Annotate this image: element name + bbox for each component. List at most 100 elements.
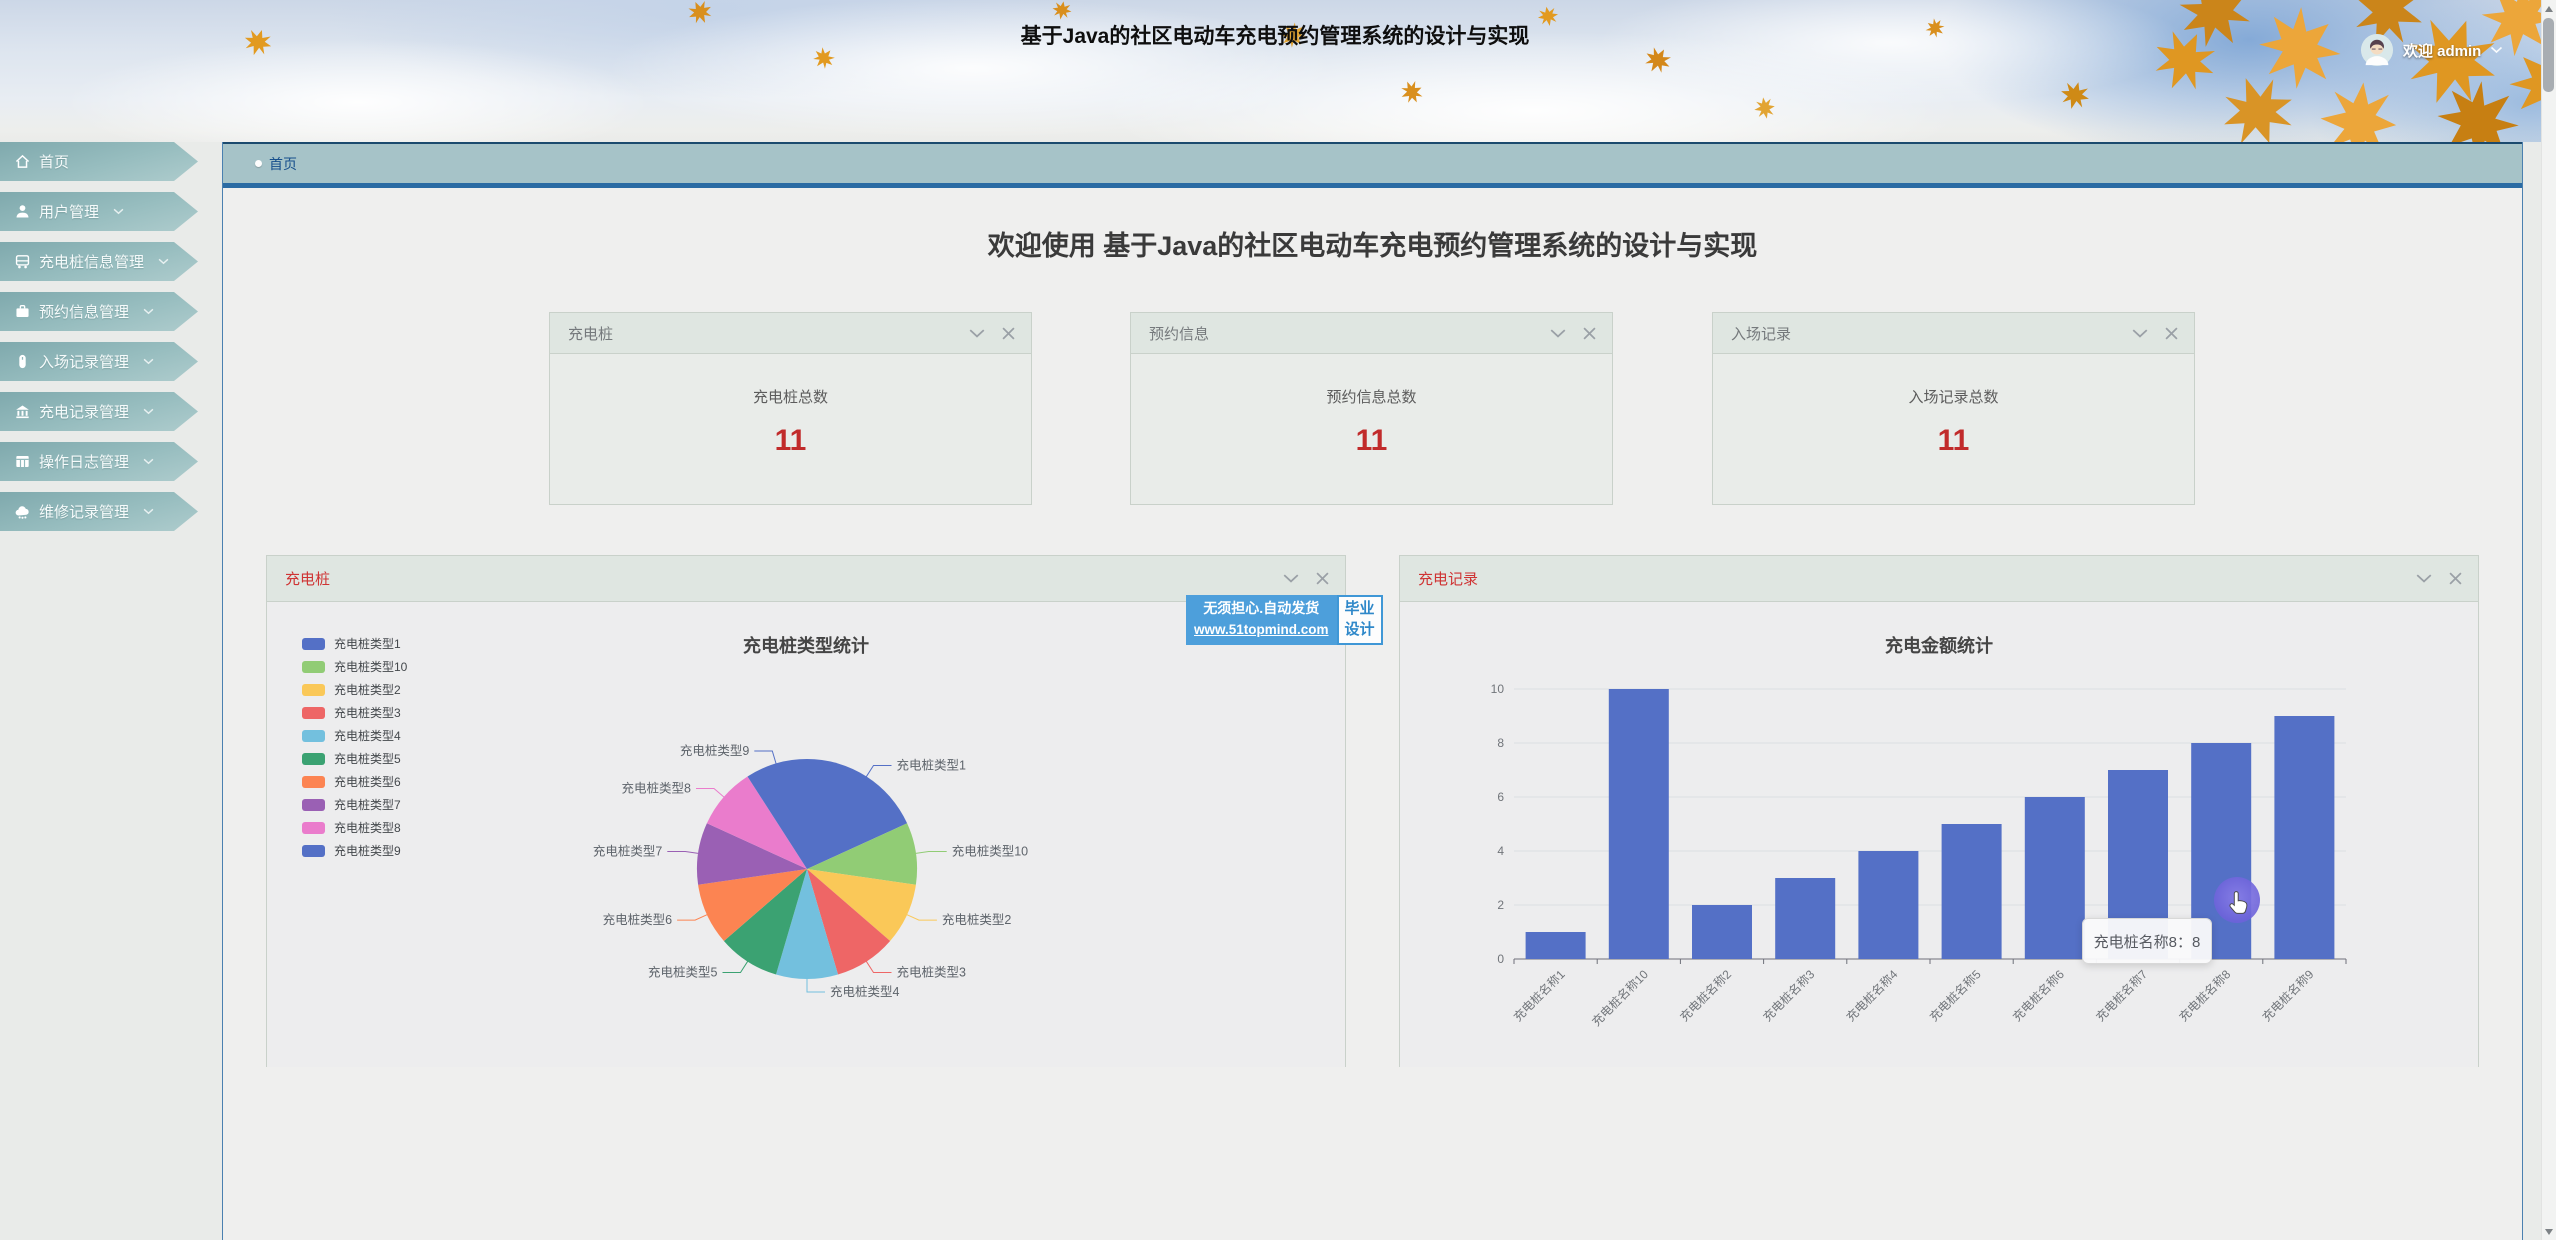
- user-menu[interactable]: 欢迎 admin: [2360, 33, 2503, 67]
- hand-cursor-icon: [2228, 890, 2251, 921]
- bank-icon: [14, 403, 31, 420]
- sidebar-item-entry-records[interactable]: 入场记录管理: [0, 342, 198, 381]
- x-axis-tick-label: 充电桩名称10: [1588, 966, 1651, 1029]
- welcome-heading: 欢迎使用 基于Java的社区电动车充电预约管理系统的设计与实现: [223, 224, 2522, 263]
- pie-slice-label: 充电桩类型8: [622, 781, 692, 796]
- y-axis-tick-label: 8: [1497, 736, 1504, 750]
- bar[interactable]: [1942, 824, 2002, 959]
- pie-slice-label: 充电桩类型1: [897, 758, 967, 773]
- x-axis-tick-label: 充电桩名称8: [2176, 966, 2234, 1024]
- bar[interactable]: [1526, 932, 1586, 959]
- stat-panel-reservation: 预约信息 预约信息总数 11: [1130, 312, 1613, 505]
- panel-title: 充电记录: [1418, 568, 1478, 589]
- panel-title: 充电桩: [285, 568, 330, 589]
- panel-header: 充电桩: [550, 313, 1031, 354]
- x-axis-tick-label: 充电桩名称6: [2009, 966, 2067, 1024]
- pie-slice-label: 充电桩类型3: [897, 965, 967, 980]
- collapse-chevron-icon[interactable]: [1550, 329, 1566, 338]
- pie-slice-label: 充电桩类型2: [942, 912, 1012, 927]
- pie-chart[interactable]: 充电桩类型1充电桩类型10充电桩类型2充电桩类型3充电桩类型4充电桩类型5充电桩…: [267, 602, 1345, 1067]
- y-axis-tick-label: 4: [1497, 844, 1504, 858]
- watermark-badge: 无须担心.自动发货 www.51topmind.com 毕业 设计: [1186, 595, 1383, 645]
- stat-label: 预约信息总数: [1326, 386, 1416, 407]
- dashboard-screen: 基于Java的社区电动车充电预约管理系统的设计与实现 欢迎 admin 首页: [0, 0, 2556, 1240]
- vertical-scrollbar[interactable]: [2541, 0, 2556, 1240]
- stat-value: 11: [1356, 424, 1388, 458]
- bar[interactable]: [1692, 905, 1752, 959]
- pie-slice-label: 充电桩类型4: [830, 984, 900, 999]
- collapse-chevron-icon[interactable]: [1283, 574, 1299, 583]
- stat-panel-charging-pile: 充电桩 充电桩总数 11: [549, 312, 1032, 505]
- pie-slice-label: 充电桩类型9: [680, 743, 750, 758]
- sidebar-item-operation-logs[interactable]: 操作日志管理: [0, 442, 198, 481]
- sidebar-item-home[interactable]: 首页: [0, 142, 198, 181]
- bar-tooltip: 充电桩名称8：8: [2082, 918, 2212, 964]
- sidebar-item-charging-pile-info[interactable]: 充电桩信息管理: [0, 242, 198, 281]
- breadcrumb-home-link[interactable]: 首页: [269, 154, 297, 174]
- watermark-tag-line1: 毕业: [1345, 598, 1375, 619]
- sidebar-item-label: 用户管理: [39, 201, 99, 222]
- close-icon[interactable]: [1316, 572, 1329, 585]
- close-icon[interactable]: [2449, 572, 2462, 585]
- scrollbar-thumb[interactable]: [2543, 18, 2554, 92]
- panel-body: 预约信息总数 11: [1131, 354, 1612, 458]
- sidebar-item-label: 入场记录管理: [39, 351, 129, 372]
- pie-chart-panel: 充电桩 充电桩类型统计 充电桩类型1充电桩类型10充电桩类型2充电桩类型3充电桩…: [266, 555, 1346, 1067]
- x-axis-tick-label: 充电桩名称2: [1676, 966, 1734, 1024]
- user-icon: [14, 203, 31, 220]
- scrollbar-up-arrow[interactable]: [2542, 1, 2556, 16]
- bar[interactable]: [2025, 797, 2085, 959]
- avatar[interactable]: [2360, 33, 2394, 67]
- sidebar-item-maintenance-records[interactable]: 维修记录管理: [0, 492, 198, 531]
- close-icon[interactable]: [2165, 327, 2178, 340]
- bar[interactable]: [1609, 689, 1669, 959]
- welcome-user-label: 欢迎 admin: [2403, 40, 2481, 61]
- sidebar-item-label: 充电桩信息管理: [39, 251, 144, 272]
- sidebar-item-label: 首页: [39, 151, 69, 172]
- stat-panel-entry-records: 入场记录 入场记录总数 11: [1712, 312, 2195, 505]
- sidebar-item-label: 充电记录管理: [39, 401, 129, 422]
- briefcase-icon: [14, 303, 31, 320]
- pie-label-line: [723, 961, 749, 973]
- bar[interactable]: [2274, 716, 2334, 959]
- panel-body: 入场记录总数 11: [1713, 354, 2194, 458]
- user-menu-chevron-icon[interactable]: [2490, 46, 2503, 54]
- close-icon[interactable]: [1583, 327, 1596, 340]
- pie-slice-label: 充电桩类型7: [593, 844, 663, 859]
- pie-label-line: [807, 978, 825, 992]
- scrollbar-down-arrow[interactable]: [2542, 1224, 2556, 1239]
- x-axis-tick-label: 充电桩名称9: [2259, 966, 2317, 1024]
- bar[interactable]: [1858, 851, 1918, 959]
- bar-chart[interactable]: 0246810充电桩名称1充电桩名称10充电桩名称2充电桩名称3充电桩名称4充电…: [1400, 602, 2478, 1067]
- panel-title: 入场记录: [1731, 323, 1791, 344]
- pie-slice-label: 充电桩类型5: [648, 965, 718, 980]
- sidebar-nav: 首页 用户管理 充电桩信息管理 预约信息管理: [0, 142, 200, 542]
- sidebar-item-charging-records[interactable]: 充电记录管理: [0, 392, 198, 431]
- chevron-down-icon: [143, 508, 154, 515]
- main-content: 首页 欢迎使用 基于Java的社区电动车充电预约管理系统的设计与实现 充电桩 充…: [222, 142, 2523, 1240]
- sidebar-item-reservation-info[interactable]: 预约信息管理: [0, 292, 198, 331]
- stat-label: 充电桩总数: [753, 386, 828, 407]
- x-axis-tick-label: 充电桩名称3: [1760, 966, 1818, 1024]
- table-icon: [14, 453, 31, 470]
- x-axis-tick-label: 充电桩名称7: [2092, 966, 2150, 1024]
- watermark-url: www.51topmind.com: [1194, 620, 1329, 641]
- pie-label-line: [906, 914, 937, 920]
- bar[interactable]: [1775, 878, 1835, 959]
- x-axis-tick-label: 充电桩名称1: [1510, 966, 1568, 1024]
- collapse-chevron-icon[interactable]: [2416, 574, 2432, 583]
- watermark-tag-line2: 设计: [1345, 619, 1375, 640]
- panel-title: 充电桩: [568, 323, 613, 344]
- breadcrumb: 首页: [223, 142, 2522, 188]
- close-icon[interactable]: [1002, 327, 1015, 340]
- sidebar-item-label: 维修记录管理: [39, 501, 129, 522]
- stat-value: 11: [775, 424, 807, 458]
- collapse-chevron-icon[interactable]: [969, 329, 985, 338]
- sidebar-item-user-management[interactable]: 用户管理: [0, 192, 198, 231]
- y-axis-tick-label: 10: [1491, 682, 1505, 696]
- stat-value: 11: [1938, 424, 1970, 458]
- sidebar-item-label: 预约信息管理: [39, 301, 129, 322]
- panel-header: 充电记录: [1400, 556, 2478, 602]
- watermark-line1: 无须担心.自动发货: [1194, 598, 1329, 620]
- collapse-chevron-icon[interactable]: [2132, 329, 2148, 338]
